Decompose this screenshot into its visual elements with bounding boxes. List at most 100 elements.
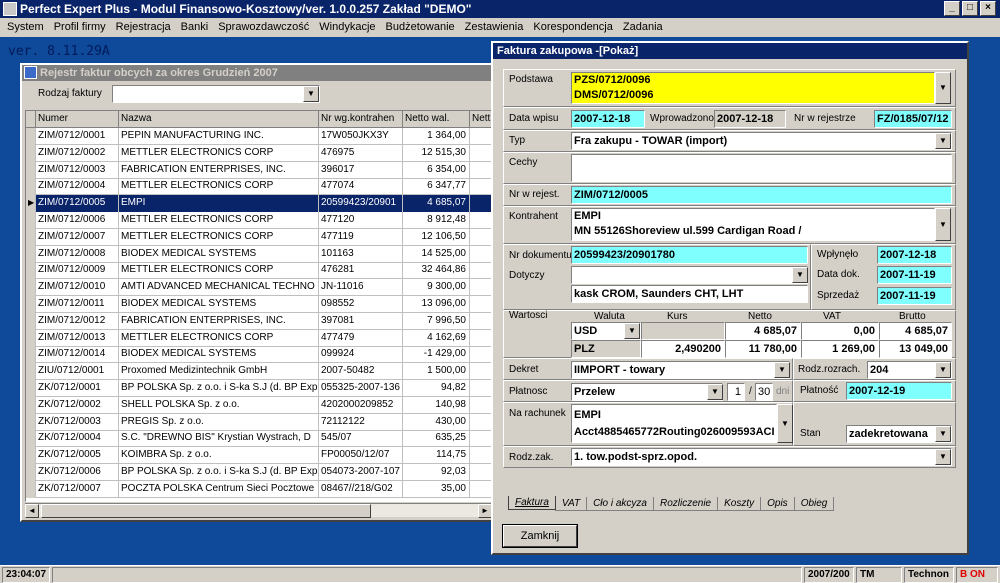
- nr-w-rejest-field[interactable]: ZIM/0712/0005: [571, 186, 952, 204]
- rodz-rozrach-dropdown-icon[interactable]: ▼: [935, 362, 951, 378]
- rodz-zak-select[interactable]: 1. tow.podst-sprz.opod.: [571, 448, 952, 466]
- version-label: ver. 8.11.29A: [8, 44, 110, 59]
- menu-banki[interactable]: Banki: [176, 21, 214, 33]
- vat-pln[interactable]: 1 269,00: [801, 340, 879, 358]
- scroll-thumb[interactable]: [41, 504, 371, 518]
- menu-sprawozdawczosc[interactable]: Sprawozdawczość: [213, 21, 314, 33]
- tab-obieg[interactable]: Obieg: [793, 497, 835, 511]
- table-row[interactable]: ZIM/0712/0009 METTLER ELECTRONICS CORP 476…: [26, 262, 491, 280]
- table-row[interactable]: ZK/0712/0002 SHELL POLSKA Sp. z o.o. 42020…: [26, 396, 491, 414]
- table-row[interactable]: ZIM/0712/0014 BIODEX MEDICAL SYSTEMS 09992…: [26, 346, 491, 364]
- dekret-dropdown-icon[interactable]: ▼: [774, 362, 790, 378]
- table-row[interactable]: ZK/0712/0004 S.C. "DREWNO BIS" Krystian W…: [26, 430, 491, 448]
- platnosc-dropdown-icon[interactable]: ▼: [707, 384, 723, 400]
- table-row[interactable]: ZK/0712/0003 PREGIS Sp. z o.o. 72112122 430…: [26, 413, 491, 431]
- tab-faktura[interactable]: Faktura: [508, 496, 556, 510]
- col-nazwa[interactable]: Nazwa: [119, 111, 319, 128]
- table-row[interactable]: ZIM/0712/0011 BIODEX MEDICAL SYSTEMS 09855…: [26, 296, 491, 313]
- sprzedaz-field[interactable]: 2007-11-19: [877, 287, 952, 305]
- tab-koszty[interactable]: Koszty: [717, 497, 762, 511]
- menu-profil-firmy[interactable]: Profil firmy: [49, 21, 111, 33]
- tab-opis[interactable]: Opis: [760, 497, 795, 511]
- nr-dokumentu-field[interactable]: 20599423/20901780: [571, 246, 808, 264]
- rachunek-dropdown-icon[interactable]: ▼: [777, 404, 793, 443]
- menu-rejestracja[interactable]: Rejestracja: [111, 21, 176, 33]
- kurs-pln[interactable]: 2,490200: [641, 340, 725, 358]
- podstawa-dropdown-icon[interactable]: ▼: [935, 72, 951, 104]
- table-row[interactable]: ZIM/0712/0006 METTLER ELECTRONICS CORP 477…: [26, 212, 491, 229]
- cechy-field[interactable]: [571, 154, 952, 182]
- menu-zadania[interactable]: Zadania: [618, 21, 668, 33]
- typ-select[interactable]: Fra zakupu - TOWAR (import): [571, 132, 952, 150]
- col-numer[interactable]: Numer: [36, 111, 119, 128]
- kontrahent-field[interactable]: EMPI MN 55126Shoreview ul.599 Cardigan R…: [571, 208, 935, 241]
- dotyczy-field[interactable]: kask CROM, Saunders CHT, LHT: [571, 285, 808, 303]
- netto-usd[interactable]: 4 685,07: [725, 322, 801, 340]
- filter-dropdown-icon[interactable]: ▼: [303, 86, 319, 102]
- filter-select[interactable]: [112, 85, 320, 103]
- invoice-title-bar[interactable]: Faktura zakupowa -[Pokaż]: [493, 43, 967, 59]
- table-row[interactable]: ZIM/0712/0012 FABRICATION ENTERPRISES, IN…: [26, 312, 491, 330]
- tab-clo-akcyza[interactable]: Cło i akcyza: [586, 497, 654, 511]
- register-title-bar[interactable]: Rejestr faktur obcych za okres Grudzień …: [22, 65, 496, 81]
- table-row[interactable]: ZIM/0712/0004 METTLER ELECTRONICS CORP 477…: [26, 178, 491, 196]
- close-button[interactable]: ×: [980, 1, 996, 16]
- table-row[interactable]: ZK/0712/0001 BP POLSKA Sp. z o.o. i S-ka …: [26, 380, 491, 397]
- table-row[interactable]: ZK/0712/0007 POCZTA POLSKA Centrum Sieci …: [26, 480, 491, 498]
- dekret-select[interactable]: IIMPORT - towary: [571, 361, 790, 379]
- podstawa-field[interactable]: PZS/0712/0096 DMS/0712/0096: [571, 72, 935, 104]
- table-row[interactable]: ZIM/0712/0001 PEPIN MANUFACTURING INC. 17W…: [26, 128, 491, 145]
- row-indicator: [26, 262, 36, 280]
- col-nr-kontrahenta[interactable]: Nr wg.kontrahen: [319, 111, 403, 128]
- brutto-pln[interactable]: 13 049,00: [879, 340, 952, 358]
- table-row[interactable]: ZIM/0712/0013 METTLER ELECTRONICS CORP 477…: [26, 329, 491, 347]
- table-row[interactable]: ZIM/0712/0002 METTLER ELECTRONICS CORP 476…: [26, 144, 491, 162]
- table-row[interactable]: ZIM/0712/0010 AMTI ADVANCED MECHANICAL TE…: [26, 279, 491, 297]
- menu-windykacje[interactable]: Windykacje: [314, 21, 380, 33]
- dotyczy-dropdown-icon[interactable]: ▼: [792, 267, 808, 283]
- stan-dropdown-icon[interactable]: ▼: [935, 426, 951, 442]
- table-row[interactable]: ZK/0712/0006 BP POLSKA Sp. z o.o. i S-ka …: [26, 464, 491, 481]
- platnosc-select[interactable]: Przelew: [571, 383, 723, 401]
- tab-vat[interactable]: VAT: [554, 497, 588, 511]
- minimize-button[interactable]: _: [944, 1, 960, 16]
- col-netto[interactable]: Nett: [470, 111, 491, 128]
- scroll-left-icon[interactable]: ◄: [25, 504, 39, 518]
- zamknij-button[interactable]: Zamknij: [503, 525, 577, 547]
- wplynelo-field[interactable]: 2007-12-18: [877, 246, 952, 264]
- dotyczy-select[interactable]: [571, 266, 808, 284]
- table-row[interactable]: ZIM/0712/0007 METTLER ELECTRONICS CORP 477…: [26, 228, 491, 246]
- netto-pln[interactable]: 11 780,00: [725, 340, 801, 358]
- horizontal-scrollbar[interactable]: ◄ ►: [25, 503, 492, 518]
- platnosc-days[interactable]: 30: [755, 383, 773, 401]
- platnosc-count[interactable]: 1: [727, 383, 745, 401]
- vat-usd[interactable]: 0,00: [801, 322, 879, 340]
- table-row[interactable]: ZIM/0712/0008 BIODEX MEDICAL SYSTEMS 10116…: [26, 245, 491, 263]
- col-netto-wal[interactable]: Netto wal.: [403, 111, 470, 128]
- menu-zestawienia[interactable]: Zestawienia: [460, 21, 529, 33]
- kontrahent-dropdown-icon[interactable]: ▼: [935, 208, 951, 241]
- cell-nr-kontrahenta: 477120: [319, 212, 403, 229]
- table-row[interactable]: ZIU/0712/0001 Proxomed Medizintechnik Gmb…: [26, 363, 491, 381]
- table-row[interactable]: ZK/0712/0005 KOIMBRA Sp. z o.o. FP00050/12…: [26, 447, 491, 465]
- platnosc-unit: dni: [776, 386, 790, 397]
- rodz-zak-dropdown-icon[interactable]: ▼: [935, 449, 951, 465]
- maximize-button[interactable]: □: [962, 1, 978, 16]
- table-row[interactable]: ZIM/0712/0003 FABRICATION ENTERPRISES, IN…: [26, 161, 491, 179]
- menu-korespondencja[interactable]: Korespondencja: [528, 21, 618, 33]
- table-row[interactable]: ▶ ZIM/0712/0005 EMPI 20599423/20901 4 685,07: [26, 195, 491, 213]
- menu-budzetowanie[interactable]: Budżetowanie: [381, 21, 460, 33]
- platnosc-date-field[interactable]: 2007-12-19: [846, 382, 952, 400]
- nr-rejestrze-field[interactable]: FZ/0185/07/12: [874, 110, 952, 128]
- menu-system[interactable]: System: [2, 21, 49, 33]
- scroll-right-icon[interactable]: ►: [478, 504, 492, 518]
- rachunek-field[interactable]: EMPI Acct4885465772Routing026009593ACI: [571, 404, 777, 443]
- row-indicator: [26, 430, 36, 448]
- typ-dropdown-icon[interactable]: ▼: [935, 133, 951, 149]
- currency-dropdown-icon[interactable]: ▼: [624, 323, 640, 339]
- tab-rozliczenie[interactable]: Rozliczenie: [652, 497, 719, 511]
- data-dok-field[interactable]: 2007-11-19: [877, 266, 952, 284]
- brutto-usd[interactable]: 4 685,07: [879, 322, 952, 340]
- cell-netto: [470, 212, 491, 229]
- data-wpisu-field[interactable]: 2007-12-18: [571, 110, 645, 128]
